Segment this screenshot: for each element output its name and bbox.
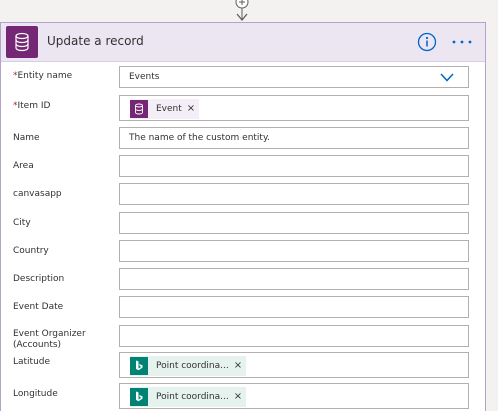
longitude-token-remove[interactable]: × bbox=[234, 388, 246, 406]
longitude-token[interactable]: Point coordina... × bbox=[130, 387, 247, 407]
latitude-token-remove[interactable]: × bbox=[234, 357, 246, 375]
entity-name-label: *Entity name bbox=[13, 71, 73, 81]
description-field[interactable] bbox=[119, 268, 469, 290]
database-icon bbox=[6, 26, 38, 58]
country-label: Country bbox=[13, 246, 49, 256]
bing-maps-icon bbox=[130, 357, 148, 375]
canvasapp-field[interactable] bbox=[119, 183, 469, 205]
item-id-token[interactable]: Event × bbox=[130, 99, 200, 119]
country-field[interactable] bbox=[119, 240, 469, 262]
name-placeholder: The name of the custom entity. bbox=[129, 133, 270, 143]
description-label: Description bbox=[13, 274, 65, 284]
area-field[interactable] bbox=[119, 155, 469, 177]
card-title: Update a record bbox=[47, 34, 144, 48]
event-date-field[interactable] bbox=[119, 296, 469, 318]
item-id-label: *Item ID bbox=[13, 101, 51, 111]
longitude-field[interactable]: Point coordina... × bbox=[119, 383, 469, 409]
latitude-token-label: Point coordina... bbox=[156, 361, 229, 371]
item-id-token-label: Event bbox=[156, 104, 182, 114]
longitude-label: Longitude bbox=[13, 389, 58, 399]
area-label: Area bbox=[13, 161, 34, 171]
event-date-label: Event Date bbox=[13, 302, 64, 312]
add-step-connector[interactable] bbox=[232, 0, 252, 22]
entity-name-dropdown[interactable]: Events bbox=[119, 66, 469, 88]
event-organizer-label: Event Organizer (Accounts) bbox=[13, 329, 86, 350]
info-icon[interactable] bbox=[417, 32, 437, 52]
add-step-icon[interactable] bbox=[232, 0, 252, 22]
name-label: Name bbox=[13, 133, 40, 143]
card-header[interactable]: Update a record bbox=[1, 23, 485, 62]
entity-name-value: Events bbox=[129, 72, 160, 82]
more-options-icon[interactable] bbox=[451, 34, 473, 48]
event-organizer-field[interactable] bbox=[119, 325, 469, 347]
item-id-field[interactable]: Event × bbox=[119, 95, 469, 121]
name-field[interactable]: The name of the custom entity. bbox=[119, 127, 469, 149]
chevron-down-icon[interactable] bbox=[440, 73, 454, 82]
latitude-field[interactable]: Point coordina... × bbox=[119, 352, 469, 378]
bing-maps-icon bbox=[130, 388, 148, 406]
database-icon bbox=[130, 100, 148, 118]
longitude-token-label: Point coordina... bbox=[156, 392, 229, 402]
latitude-label: Latitude bbox=[13, 357, 51, 367]
item-id-token-remove[interactable]: × bbox=[187, 100, 199, 118]
city-label: City bbox=[13, 218, 31, 228]
update-record-card: Update a record *Entity name Events *Ite… bbox=[0, 22, 486, 411]
city-field[interactable] bbox=[119, 212, 469, 234]
latitude-token[interactable]: Point coordina... × bbox=[130, 356, 247, 376]
canvasapp-label: canvasapp bbox=[13, 189, 62, 199]
